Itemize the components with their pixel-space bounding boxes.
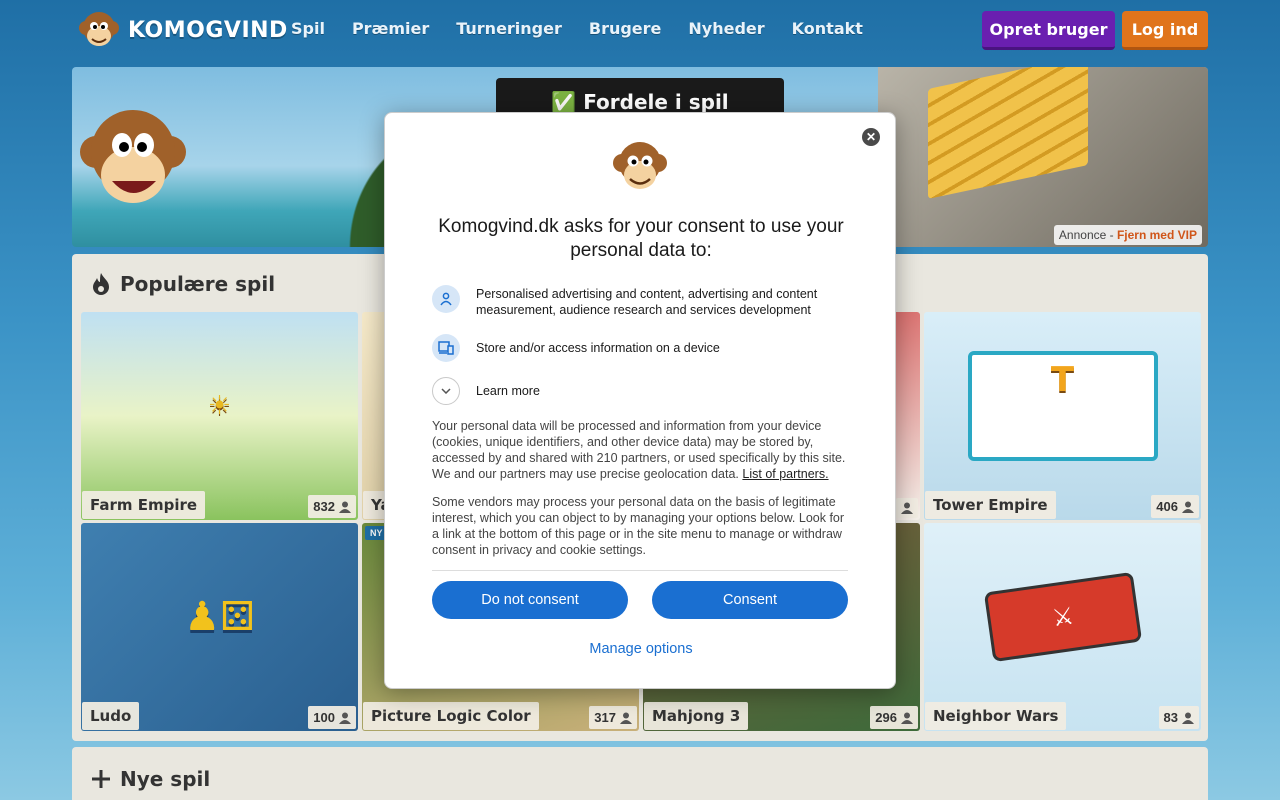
consent-body-1: Your personal data will be processed and… <box>432 418 852 482</box>
close-icon[interactable]: ✕ <box>862 128 880 146</box>
consent-dialog: ✕ Komogvind.dk asks for your consent to … <box>384 112 896 689</box>
purpose-text: Store and/or access information on a dev… <box>476 341 720 355</box>
person-icon <box>432 285 460 313</box>
purpose-personalised-ads: Personalised advertising and content, ad… <box>432 285 852 318</box>
consent-body-2: Some vendors may process your personal d… <box>432 495 845 557</box>
chevron-down-icon <box>432 377 460 405</box>
purpose-store-access: Store and/or access information on a dev… <box>432 334 852 362</box>
monkey-logo-icon <box>613 142 667 189</box>
consent-button[interactable]: Consent <box>652 581 848 619</box>
do-not-consent-button[interactable]: Do not consent <box>432 581 628 619</box>
purpose-text: Personalised advertising and content, ad… <box>476 287 818 317</box>
devices-icon <box>432 334 460 362</box>
learn-more-toggle[interactable]: Learn more <box>432 377 852 405</box>
consent-title: Komogvind.dk asks for your consent to us… <box>438 216 844 261</box>
learn-more-label: Learn more <box>476 384 540 398</box>
partners-link[interactable]: List of partners. <box>742 467 828 481</box>
divider <box>432 570 848 571</box>
manage-options-link[interactable]: Manage options <box>385 641 897 657</box>
